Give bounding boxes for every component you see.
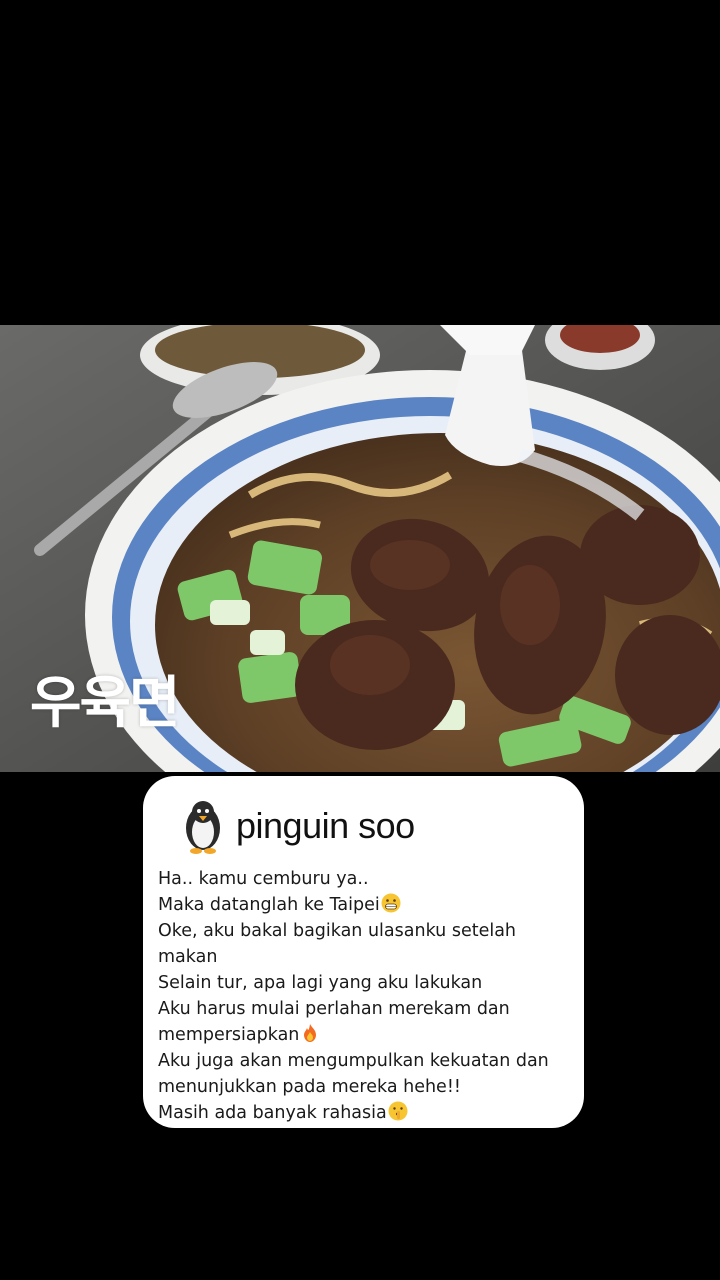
message-line: Selain tur, apa lagi yang aku lakukan bbox=[158, 973, 483, 993]
message-line: menunjukkan pada mereka hehe!! bbox=[158, 1077, 461, 1097]
message-line: Masih ada banyak rahasia bbox=[158, 1100, 568, 1126]
username: pinguin soo bbox=[236, 805, 415, 846]
message-card: pinguin soo Ha.. kamu cemburu ya.. Maka … bbox=[143, 776, 584, 1128]
message-text: Ha.. kamu cemburu ya.. Maka datanglah ke… bbox=[158, 866, 568, 1126]
story-screen: { "photo": { "overlay_text": "우육면", "sub… bbox=[0, 0, 720, 1280]
message-line: mempersiapkan bbox=[158, 1022, 568, 1048]
message-line: Ha.. kamu cemburu ya.. bbox=[158, 869, 369, 889]
photo-caption-text: 우육면 bbox=[30, 671, 181, 736]
shushing-face-icon bbox=[388, 1101, 408, 1121]
message-line: Maka datanglah ke Taipei bbox=[158, 892, 568, 918]
grinning-face-icon bbox=[381, 893, 401, 913]
fire-icon bbox=[300, 1023, 320, 1043]
penguin-icon bbox=[180, 798, 226, 854]
message-line: Aku juga akan mengumpulkan kekuatan dan bbox=[158, 1051, 549, 1071]
card-header: pinguin soo bbox=[158, 798, 568, 854]
message-line: Aku harus mulai perlahan merekam dan bbox=[158, 999, 510, 1019]
message-line: makan bbox=[158, 947, 218, 967]
message-line: Oke, aku bakal bagikan ulasanku setelah bbox=[158, 921, 517, 941]
